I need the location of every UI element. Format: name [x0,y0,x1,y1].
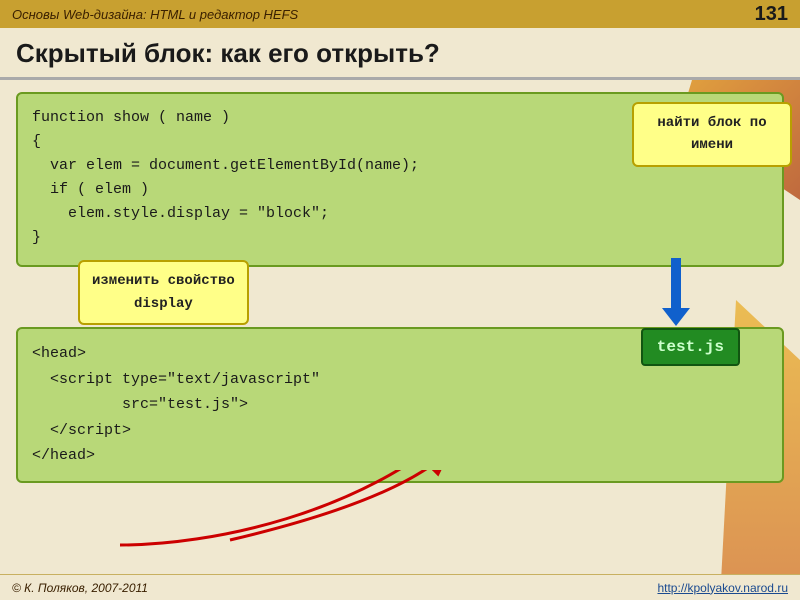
code-block-js-function: function show ( name ) { var elem = docu… [16,92,784,267]
footer-copyright: © К. Поляков, 2007-2011 [12,581,148,595]
footer: © К. Поляков, 2007-2011 http://kpolyakov… [0,574,800,600]
tooltip-change-display: изменить свойство display [78,260,249,325]
testjs-label-box: test.js [641,328,740,366]
code-bottom-line-4: </script> [32,418,768,444]
arrow-shaft [671,258,681,308]
red-curved-arrow [60,470,540,550]
header: Основы Web-дизайна: HTML и редактор HEFS… [0,0,800,28]
tooltip-find-block: найти блок по имени [632,102,792,167]
code-line-6: } [32,226,768,250]
arrow-head [662,308,690,326]
code-bottom-line-5: </head> [32,443,768,469]
footer-url: http://kpolyakov.narod.ru [657,581,788,595]
slide-title: Скрытый блок: как его открыть? [0,28,800,80]
header-title: Основы Web-дизайна: HTML и редактор HEFS [12,7,298,22]
header-page-number: 131 [755,3,788,26]
code-bottom-line-3: src="test.js"> [32,392,768,418]
code-line-4: if ( elem ) [32,178,768,202]
blue-arrow-down [662,258,690,326]
code-bottom-line-2: <script type="text/javascript" [32,367,768,393]
main-content: function show ( name ) { var elem = docu… [0,80,800,495]
code-line-5: elem.style.display = "block"; [32,202,768,226]
